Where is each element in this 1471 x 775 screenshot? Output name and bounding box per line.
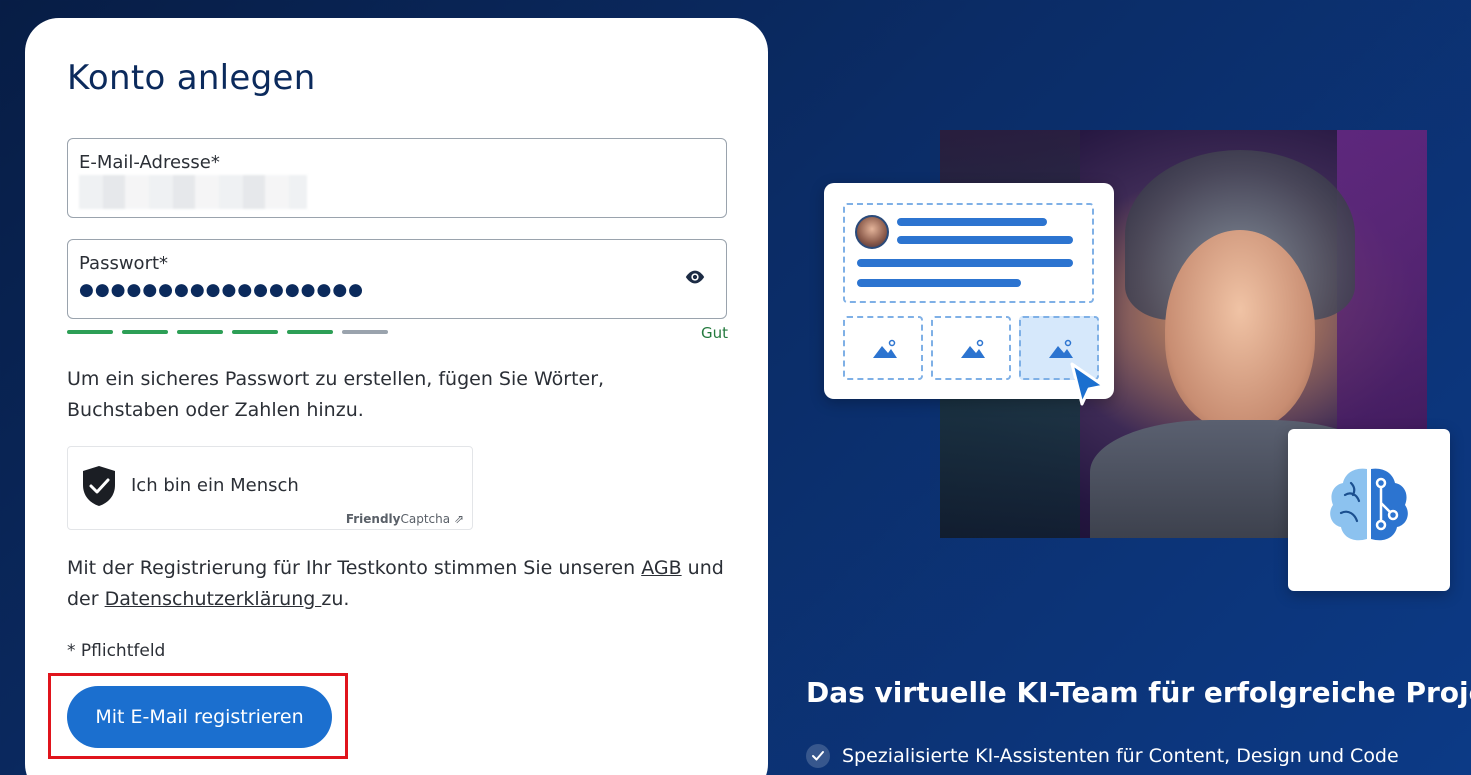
captcha-brand[interactable]: FriendlyCaptcha ⇗ <box>346 512 464 526</box>
password-label: Passwort* <box>79 253 169 274</box>
required-note: * Pflichtfeld <box>67 641 166 661</box>
password-hint: Um ein sicheres Passwort zu erstellen, f… <box>67 368 605 421</box>
strength-segment <box>67 330 113 334</box>
privacy-link[interactable]: Datenschutzerklärung <box>105 588 322 610</box>
brain-card <box>1288 429 1450 591</box>
terms-text: Mit der Registrierung für Ihr Testkonto … <box>67 553 727 615</box>
strength-segment <box>232 330 278 334</box>
check-icon <box>806 744 830 768</box>
captcha-brand-bold: Friendly <box>345 512 401 526</box>
cursor-icon <box>1070 362 1106 406</box>
captcha-brand-rest: Captcha <box>400 512 451 526</box>
image-thumbnail <box>931 316 1011 380</box>
image-thumbnail <box>843 316 923 380</box>
brain-network-icon <box>1330 468 1408 541</box>
feature-label: Spezialisierte KI-Assistenten für Conten… <box>842 745 1399 767</box>
password-strength-meter <box>67 330 388 334</box>
password-value: ●●●●●●●●●●●●●●●●●● <box>79 280 365 300</box>
email-label: E-Mail-Adresse* <box>79 152 220 173</box>
chat-message-box <box>843 203 1094 303</box>
page-title: Konto anlegen <box>67 58 316 98</box>
captcha-label: Ich bin ein Mensch <box>131 475 299 496</box>
terms-suffix: zu. <box>321 588 350 610</box>
register-email-button[interactable]: Mit E-Mail registrieren <box>67 686 332 748</box>
image-icon <box>961 339 985 358</box>
friendly-captcha-widget[interactable]: Ich bin ein Mensch FriendlyCaptcha ⇗ <box>67 446 473 530</box>
image-icon <box>873 339 897 358</box>
strength-segment <box>177 330 223 334</box>
strength-segment <box>342 330 388 334</box>
hero-face <box>1165 230 1315 430</box>
password-field[interactable]: Passwort* ●●●●●●●●●●●●●●●●●● <box>67 239 727 319</box>
eye-icon[interactable] <box>684 269 706 285</box>
image-icon <box>1049 339 1073 358</box>
email-field[interactable]: E-Mail-Adresse* <box>67 138 727 218</box>
text-line <box>897 218 1047 226</box>
avatar <box>855 215 889 249</box>
strength-segment <box>122 330 168 334</box>
hero-headline: Das virtuelle KI-Team für erfolgreiche P… <box>806 676 1471 709</box>
shield-check-icon <box>83 466 115 506</box>
feature-item: Spezialisierte KI-Assistenten für Conten… <box>806 744 1399 768</box>
agb-link[interactable]: AGB <box>641 557 681 579</box>
text-line <box>897 236 1073 244</box>
image-thumbnails <box>843 316 1099 380</box>
password-strength-label: Gut <box>701 324 729 342</box>
text-line <box>857 279 1021 287</box>
strength-segment <box>287 330 333 334</box>
terms-prefix: Mit der Registrierung für Ihr Testkonto … <box>67 557 642 579</box>
registration-card: Konto anlegen E-Mail-Adresse* Passwort* … <box>25 18 768 775</box>
text-line <box>857 259 1073 267</box>
email-value-redacted <box>79 175 307 209</box>
